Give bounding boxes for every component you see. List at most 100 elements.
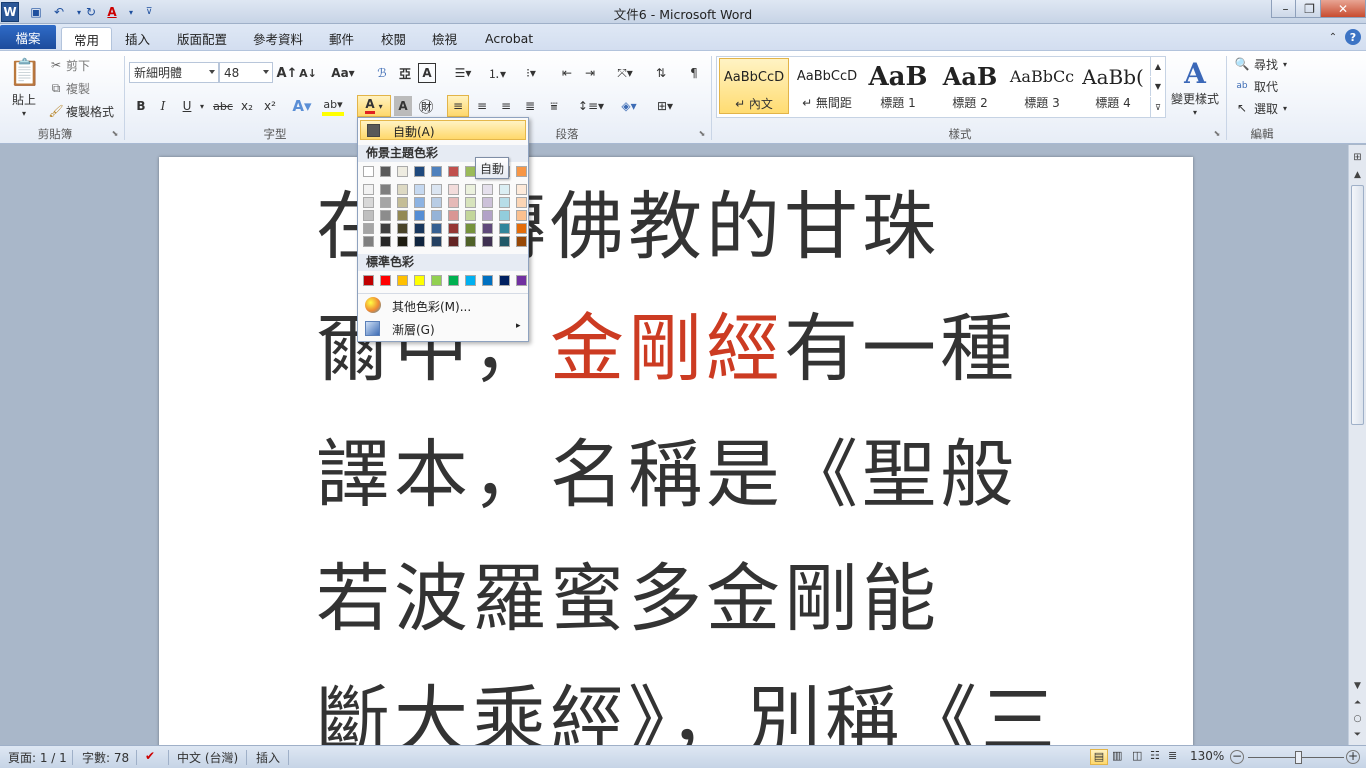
tab-acrobat[interactable]: Acrobat — [473, 27, 545, 50]
theme-shade-swatch[interactable] — [363, 223, 374, 234]
theme-shade-swatch[interactable] — [363, 236, 374, 247]
style-heading-4[interactable]: AaBb(標題 4 — [1078, 58, 1148, 114]
font-name-box[interactable]: 新細明體 — [129, 62, 219, 83]
style-no-spacing[interactable]: AaBbCcD ↵ 無間距 — [792, 58, 862, 114]
theme-shade-swatch[interactable] — [516, 184, 527, 195]
style-heading-3[interactable]: AaBbCc 標題 3 — [1007, 58, 1077, 114]
theme-shade-swatch[interactable] — [380, 184, 391, 195]
grow-font-icon[interactable]: A↑ — [277, 63, 298, 83]
theme-shade-swatch[interactable] — [448, 184, 459, 195]
bold-button[interactable]: B — [132, 96, 150, 116]
theme-shade-swatch[interactable] — [516, 223, 527, 234]
theme-shade-swatch[interactable] — [448, 223, 459, 234]
theme-shade-swatch[interactable] — [363, 197, 374, 208]
underline-dropdown-icon[interactable]: ▾ — [197, 96, 207, 116]
theme-color-swatch[interactable] — [431, 166, 442, 177]
zoom-level[interactable]: 130% — [1190, 749, 1224, 763]
borders-icon[interactable]: ⊞▾ — [651, 96, 679, 116]
paste-dropdown-icon[interactable]: ▾ — [6, 108, 42, 118]
language-indicator[interactable]: 中文 (台灣) — [177, 749, 238, 766]
justify-icon[interactable]: ≣ — [520, 96, 540, 116]
theme-shade-swatch[interactable] — [380, 210, 391, 221]
find-icon[interactable]: 🔍 — [1234, 56, 1250, 72]
replace-button-label[interactable]: 取代 — [1254, 78, 1278, 94]
clear-formatting-icon[interactable]: ℬ — [372, 63, 392, 83]
scroll-thumb[interactable] — [1351, 185, 1364, 425]
standard-color-swatch[interactable] — [363, 275, 374, 286]
paragraph-launcher-icon[interactable]: ⬊ — [697, 128, 707, 138]
multilevel-list-icon[interactable]: ⁝▾ — [517, 63, 545, 83]
draft-view-icon[interactable]: ≣ — [1168, 749, 1177, 762]
gallery-up-icon[interactable]: ▲ — [1150, 57, 1165, 76]
tab-references[interactable]: 參考資料 — [241, 27, 315, 50]
theme-shade-swatch[interactable] — [482, 197, 493, 208]
theme-color-swatch[interactable] — [363, 166, 374, 177]
style-heading-1[interactable]: AaB 標題 1 — [863, 58, 933, 114]
scroll-up-icon[interactable]: ▲ — [1349, 167, 1366, 183]
theme-shade-swatch[interactable] — [414, 197, 425, 208]
theme-shade-swatch[interactable] — [482, 184, 493, 195]
standard-color-swatch[interactable] — [448, 275, 459, 286]
theme-shade-swatch[interactable] — [414, 223, 425, 234]
clipboard-launcher-icon[interactable]: ⬊ — [110, 128, 120, 138]
tab-review[interactable]: 校閱 — [369, 27, 418, 50]
standard-color-swatch[interactable] — [499, 275, 510, 286]
theme-shade-swatch[interactable] — [499, 197, 510, 208]
style-normal[interactable]: AaBbCcD ↵ 內文 — [719, 58, 789, 114]
close-button[interactable]: ✕ — [1320, 0, 1366, 18]
superscript-button[interactable]: x² — [261, 96, 279, 116]
decrease-indent-icon[interactable]: ⇤ — [557, 63, 577, 83]
tab-home[interactable]: 常用 — [61, 27, 113, 50]
italic-button[interactable]: I — [154, 96, 172, 116]
theme-shade-swatch[interactable] — [414, 210, 425, 221]
tab-view[interactable]: 檢視 — [420, 27, 469, 50]
subscript-button[interactable]: x₂ — [238, 96, 256, 116]
strikethrough-button[interactable]: abc — [212, 96, 234, 116]
theme-shade-swatch[interactable] — [499, 236, 510, 247]
browse-object-icon[interactable]: ○ — [1349, 711, 1366, 727]
web-layout-icon[interactable]: ◫ — [1132, 749, 1142, 762]
theme-color-swatch[interactable] — [516, 166, 527, 177]
theme-shade-swatch[interactable] — [380, 197, 391, 208]
increase-indent-icon[interactable]: ⇥ — [580, 63, 600, 83]
change-case-icon[interactable]: Aa▾ — [330, 63, 356, 83]
select-button-label[interactable]: 選取 — [1254, 100, 1278, 116]
theme-shade-swatch[interactable] — [465, 210, 476, 221]
style-heading-2[interactable]: AaB 標題 2 — [935, 58, 1005, 114]
show-marks-icon[interactable]: ¶ — [684, 63, 704, 83]
theme-shade-swatch[interactable] — [482, 236, 493, 247]
cut-icon[interactable]: ✂ — [48, 58, 64, 72]
vertical-scrollbar[interactable]: ⊞ ▲ ▼ ⏶ ○ ⏷ — [1348, 145, 1366, 745]
theme-shade-swatch[interactable] — [499, 184, 510, 195]
theme-shade-swatch[interactable] — [397, 236, 408, 247]
chinese-layout-icon[interactable]: ⤧▾ — [612, 63, 638, 83]
paste-button-label[interactable]: 貼上 — [6, 92, 42, 107]
font-size-box[interactable]: 48 — [219, 62, 273, 83]
theme-shade-swatch[interactable] — [431, 184, 442, 195]
find-button-label[interactable]: 尋找 — [1254, 56, 1278, 72]
word-count[interactable]: 字數: 78 — [82, 749, 129, 766]
theme-shade-swatch[interactable] — [516, 197, 527, 208]
standard-color-swatch[interactable] — [414, 275, 425, 286]
replace-icon[interactable]: ab — [1234, 78, 1250, 94]
standard-color-swatch[interactable] — [431, 275, 442, 286]
styles-launcher-icon[interactable]: ⬊ — [1212, 128, 1222, 138]
theme-shade-swatch[interactable] — [482, 223, 493, 234]
shading-icon[interactable]: ◈▾ — [616, 96, 642, 116]
theme-shade-swatch[interactable] — [414, 236, 425, 247]
change-styles-label[interactable]: 變更樣式 — [1168, 91, 1222, 106]
zoom-slider-thumb[interactable] — [1295, 751, 1302, 764]
document-page[interactable]: 在藏傳佛教的甘珠 爾中，金剛經有一種 譯本，名稱是《聖般 若波羅蜜多金剛能 斷大… — [159, 157, 1193, 757]
theme-shade-swatch[interactable] — [499, 210, 510, 221]
theme-shade-swatch[interactable] — [431, 197, 442, 208]
theme-shade-swatch[interactable] — [414, 184, 425, 195]
theme-shade-swatch[interactable] — [465, 236, 476, 247]
theme-shade-swatch[interactable] — [465, 223, 476, 234]
standard-color-swatch[interactable] — [380, 275, 391, 286]
minimize-ribbon-icon[interactable]: ⌃ — [1325, 29, 1341, 45]
font-color-button[interactable]: A ▾ — [357, 95, 391, 117]
theme-color-swatch[interactable] — [414, 166, 425, 177]
page-count[interactable]: 頁面: 1 / 1 — [8, 749, 67, 766]
theme-color-swatch[interactable] — [448, 166, 459, 177]
bullets-icon[interactable]: ☰▾ — [450, 63, 476, 83]
